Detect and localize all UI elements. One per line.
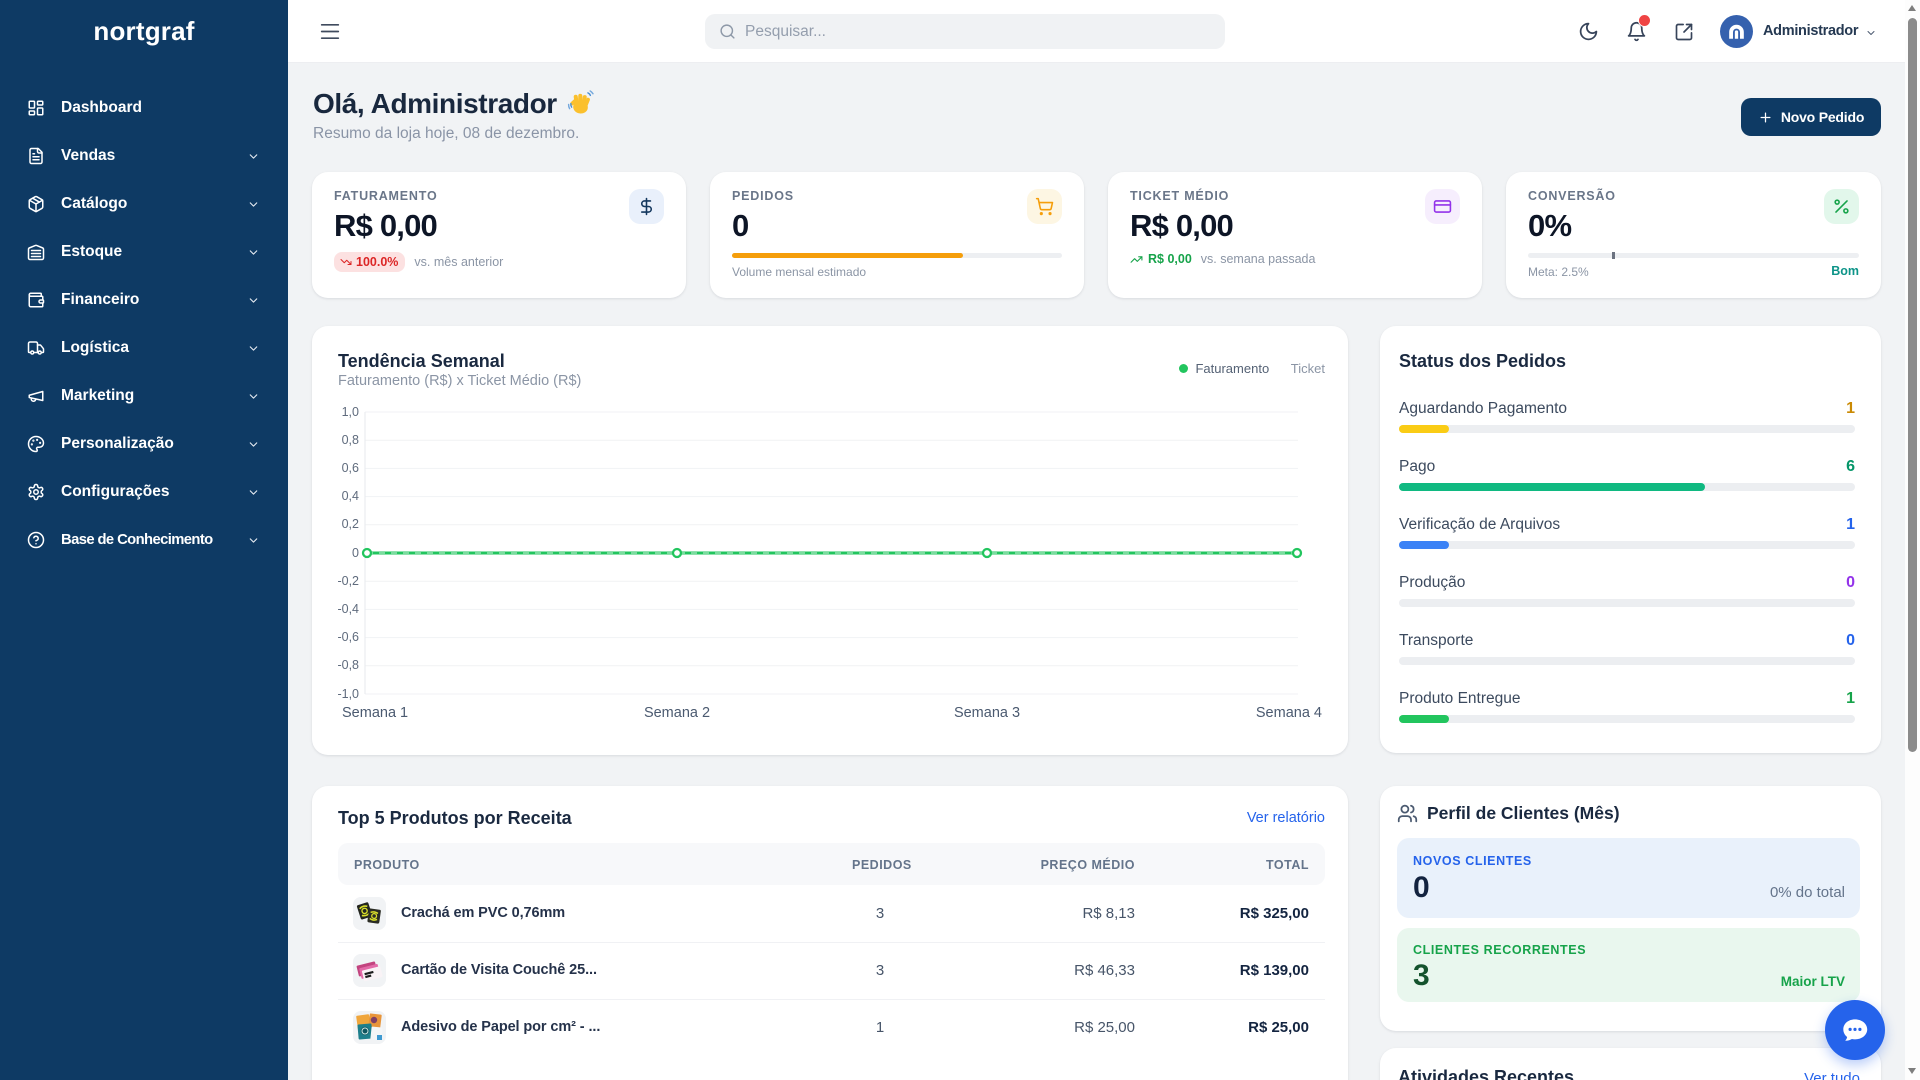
svg-text:-0,4: -0,4 xyxy=(337,602,359,616)
svg-text:Semana 3: Semana 3 xyxy=(954,705,1020,721)
svg-text:Semana 1: Semana 1 xyxy=(342,705,408,721)
svg-text:0,2: 0,2 xyxy=(342,517,359,531)
svg-text:Semana 4: Semana 4 xyxy=(1256,705,1322,721)
svg-text:-1,0: -1,0 xyxy=(337,687,359,701)
svg-text:-0,8: -0,8 xyxy=(337,658,359,672)
svg-text:0,6: 0,6 xyxy=(342,461,359,475)
svg-text:Semana 2: Semana 2 xyxy=(644,705,710,721)
svg-text:0,4: 0,4 xyxy=(342,489,359,503)
svg-text:0,8: 0,8 xyxy=(342,433,359,447)
svg-text:-0,6: -0,6 xyxy=(337,630,359,644)
svg-text:0: 0 xyxy=(352,546,359,560)
svg-text:1,0: 1,0 xyxy=(342,405,359,419)
svg-text:-0,2: -0,2 xyxy=(337,574,359,588)
